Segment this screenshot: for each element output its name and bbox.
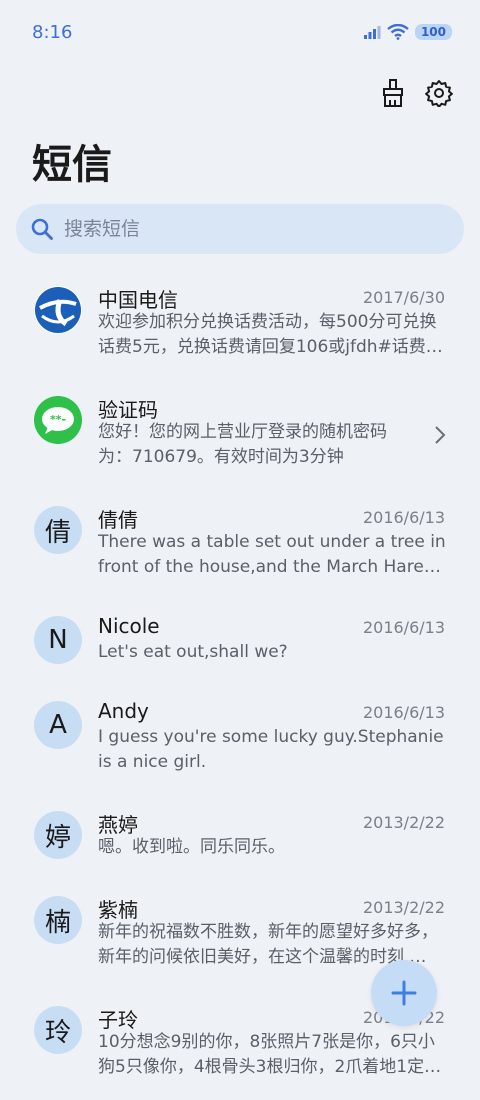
message-item[interactable]: N Nicole 2016/6/13 Let's eat out,shall w… (0, 600, 480, 685)
avatar: 婷 (34, 811, 82, 859)
message-sender: Andy (98, 699, 149, 723)
avatar: 玲 (34, 1006, 82, 1054)
plus-icon (391, 980, 417, 1006)
message-date: 2013/2/22 (362, 813, 445, 832)
message-item[interactable]: 婷 燕婷 2013/2/22 嗯。收到啦。同乐同乐。 (0, 795, 480, 880)
message-date: 2016/6/13 (362, 618, 445, 637)
message-preview: Let's eat out,shall we? (98, 642, 288, 662)
message-preview: 您好！您的网上营业厅登录的随机密码为：710679。有效时间为3分钟 (98, 422, 387, 467)
message-sender: 中国电信 (98, 288, 178, 312)
message-sender: 紫楠 (98, 898, 138, 922)
status-time: 8:16 (32, 22, 73, 43)
signal-icon (363, 26, 381, 39)
settings-button[interactable] (424, 78, 454, 108)
message-preview: There was a table set out under a tree i… (98, 532, 446, 577)
search-bar[interactable] (16, 204, 464, 254)
compose-button[interactable] (371, 960, 437, 1026)
wifi-icon (387, 24, 409, 40)
battery-indicator: 100 (414, 24, 452, 40)
message-date: 2016/6/13 (362, 508, 445, 527)
clean-button[interactable] (378, 78, 408, 108)
message-date: 2013/2/22 (362, 898, 445, 917)
avatar: 倩 (34, 506, 82, 554)
search-input[interactable] (62, 217, 426, 241)
china-telecom-logo (34, 286, 82, 334)
search-icon (31, 218, 53, 240)
broom-icon (383, 79, 403, 107)
message-date: 2016/6/13 (362, 703, 445, 722)
message-sender: Nicole (98, 614, 160, 638)
message-preview: 欢迎参加积分兑换话费活动，每500分可兑换话费5元，兑换话费请回复106或jfd… (98, 312, 443, 357)
message-sender: 子玲 (98, 1008, 138, 1032)
message-item[interactable]: 倩 倩倩 2016/6/13 There was a table set out… (0, 490, 480, 600)
message-item[interactable]: **- 验证码 您好！您的网上营业厅登录的随机密码为：710679。有效时间为3… (0, 380, 480, 490)
chat-bubble-icon: **- (34, 396, 82, 444)
status-bar: 8:16 100 (0, 0, 480, 66)
page-title: 短信 (32, 142, 112, 188)
svg-text:**-: **- (50, 413, 66, 426)
message-sender: 燕婷 (98, 813, 138, 837)
message-date: 2017/6/30 (362, 288, 445, 307)
message-sender: 验证码 (98, 398, 158, 422)
message-item[interactable]: 中国电信 2017/6/30 欢迎参加积分兑换话费活动，每500分可兑换话费5元… (0, 270, 480, 380)
gear-icon (425, 80, 453, 107)
message-sender: 倩倩 (98, 508, 138, 532)
header-actions (378, 78, 454, 108)
message-preview: 10分想念9别的你，8张照片7张是你，6只小狗5只像你，4根骨头3根归你，2爪着… (98, 1032, 442, 1077)
avatar: 楠 (34, 896, 82, 944)
message-preview: I guess you're some lucky guy.Stephanie … (98, 727, 444, 772)
avatar: N (34, 616, 82, 664)
message-preview: 嗯。收到啦。同乐同乐。 (98, 837, 285, 857)
avatar: A (34, 701, 82, 749)
message-item[interactable]: A Andy 2016/6/13 I guess you're some luc… (0, 685, 480, 795)
status-icons: 100 (363, 24, 452, 40)
chevron-right-icon (435, 426, 446, 444)
